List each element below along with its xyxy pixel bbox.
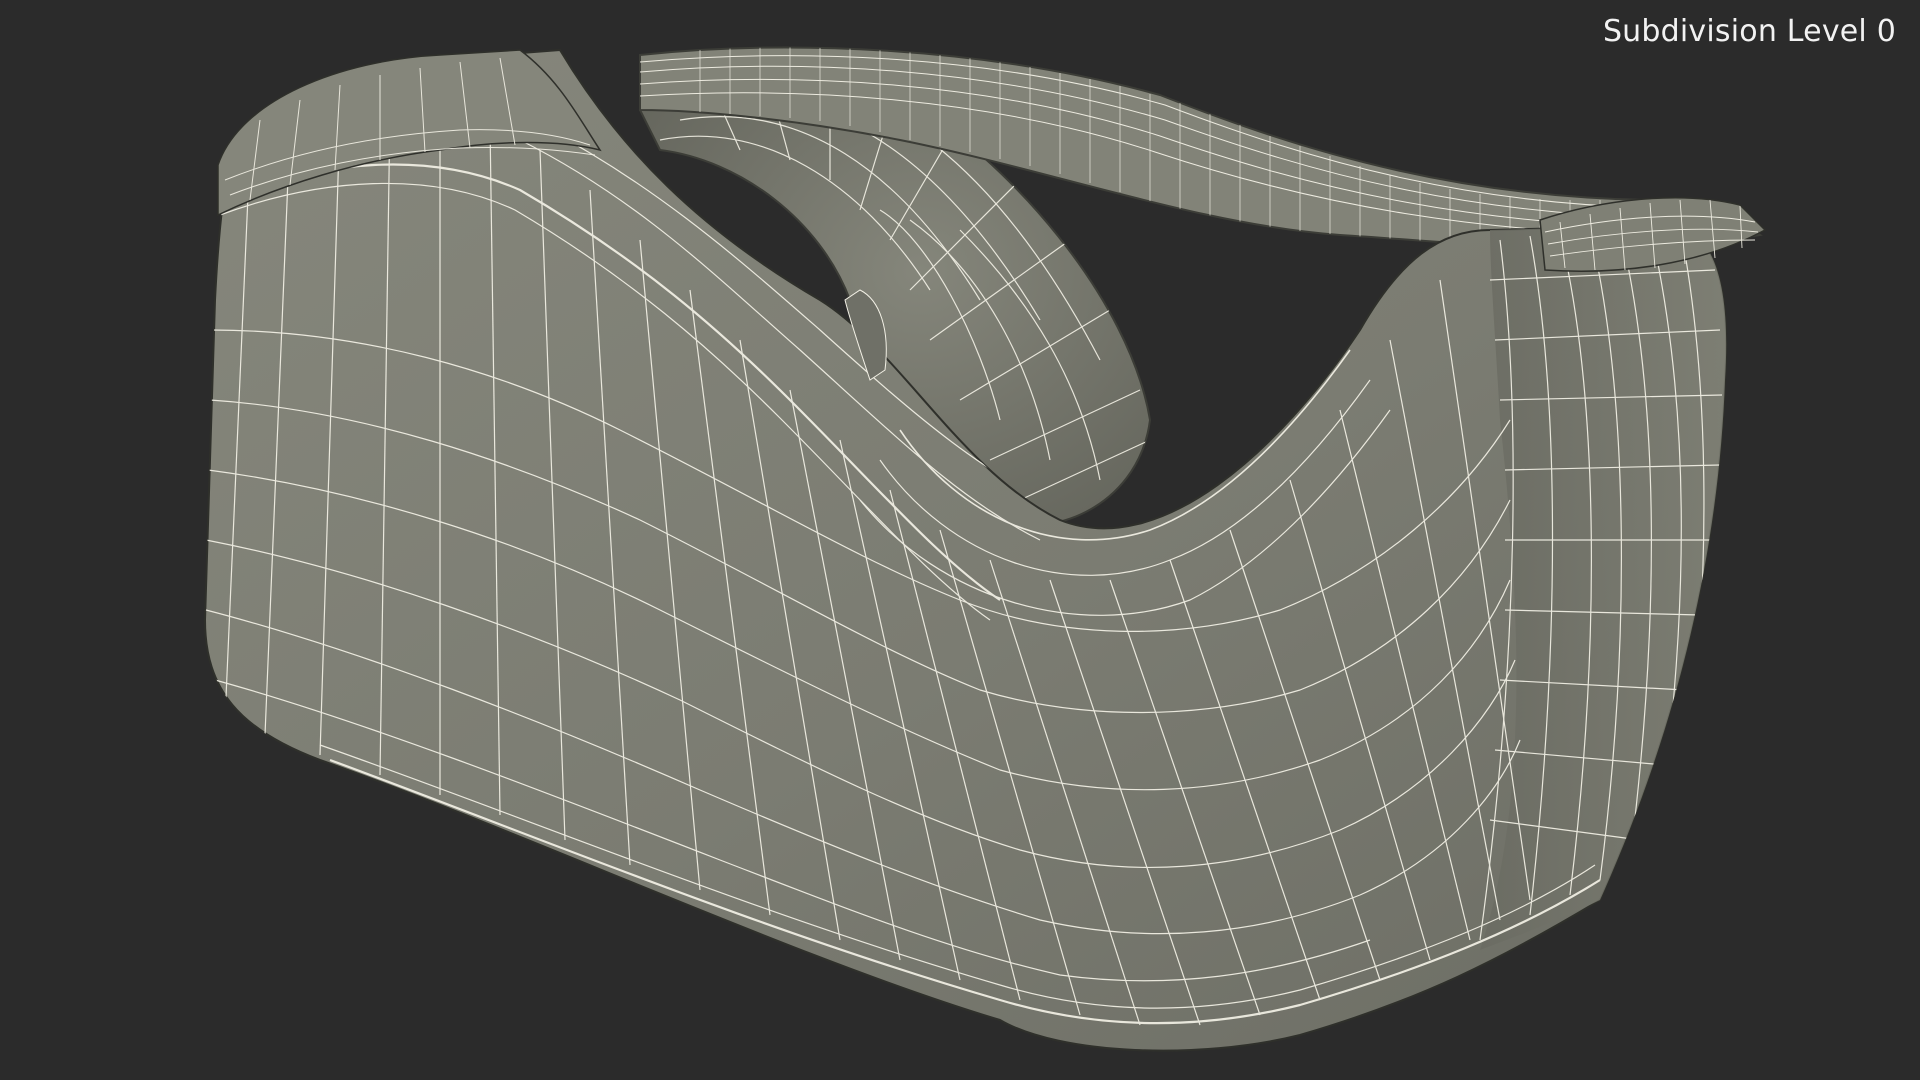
- dispenser-right-side: [1480, 225, 1727, 950]
- subdivision-level-label: Subdivision Level 0: [1602, 14, 1896, 49]
- wireframe-render: [203, 46, 1767, 1052]
- 3d-viewport[interactable]: Subdivision Level 0: [0, 0, 1920, 1080]
